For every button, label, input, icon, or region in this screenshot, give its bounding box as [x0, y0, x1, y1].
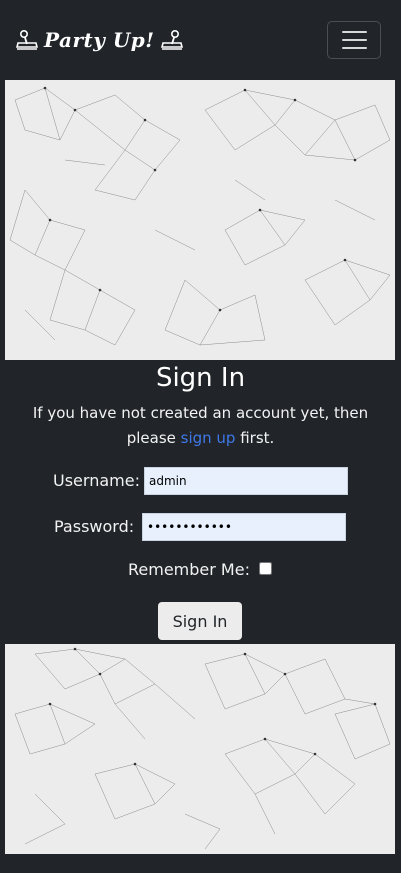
page-title: Sign In — [155, 363, 246, 393]
intro-text-after: first. — [235, 429, 275, 447]
remember-me-label: Remember Me: — [128, 560, 250, 579]
navbar-toggler-button[interactable] — [327, 21, 381, 59]
hamburger-menu-icon — [341, 47, 367, 49]
hamburger-menu-icon — [341, 31, 367, 33]
navbar: Party Up! — [0, 0, 401, 80]
network-pattern — [14, 647, 391, 850]
hamburger-menu-icon — [341, 39, 367, 41]
brand-link[interactable]: Party Up! — [16, 24, 183, 56]
sign-in-button[interactable]: Sign In — [158, 602, 242, 640]
joystick-icon — [16, 29, 38, 50]
password-label: Password: — [54, 517, 135, 536]
remember-me-checkbox[interactable] — [259, 562, 272, 575]
password-field[interactable] — [142, 513, 346, 541]
brand-name: Party Up! — [44, 28, 155, 52]
background-network-image-top — [5, 80, 395, 360]
joystick-icon — [160, 29, 183, 50]
username-label: Username: — [53, 471, 140, 490]
username-field[interactable] — [144, 467, 348, 495]
background-network-image-bottom — [5, 644, 395, 854]
network-pattern — [9, 86, 391, 346]
sign-up-link[interactable]: sign up — [181, 429, 236, 447]
intro-text: If you have not created an account yet, … — [10, 401, 391, 451]
